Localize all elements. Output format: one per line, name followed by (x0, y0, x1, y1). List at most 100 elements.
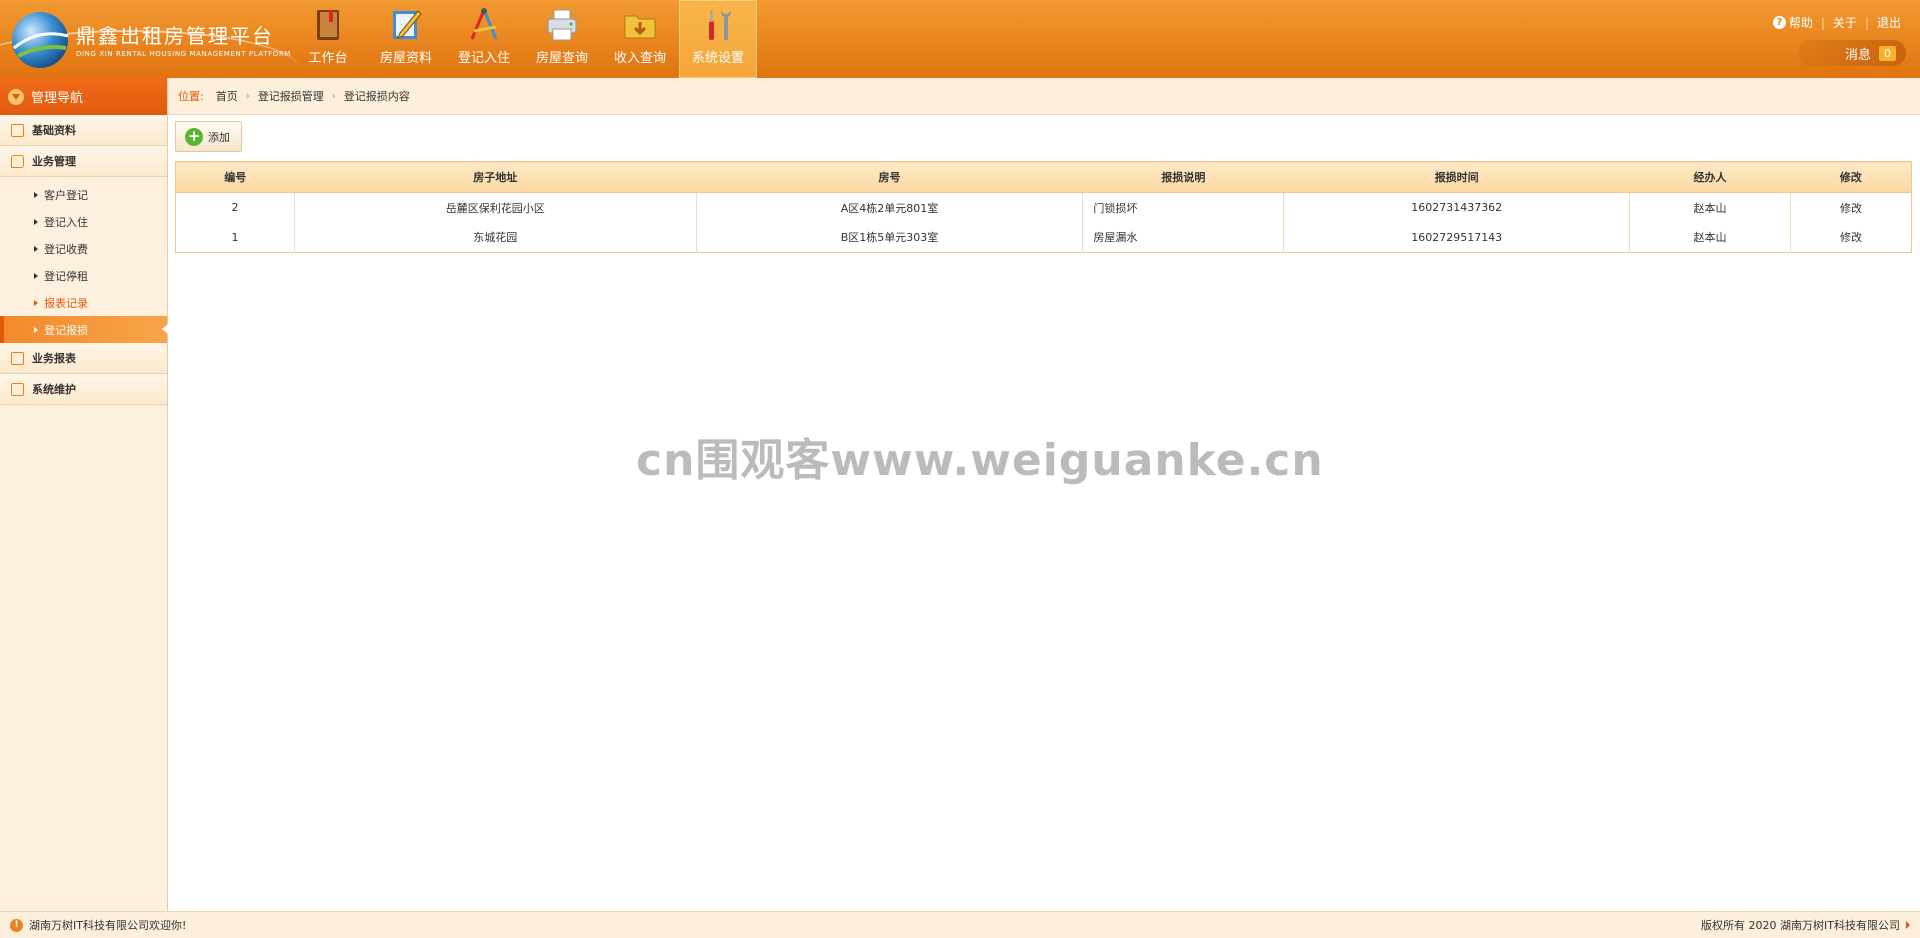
triangle-right-icon (34, 191, 38, 198)
help-icon: ? (1772, 16, 1786, 29)
document-list-icon (11, 123, 24, 137)
nav-house-info[interactable]: 房屋资料 (367, 0, 445, 78)
cell-address: 岳麓区保利花园小区 (293, 192, 697, 223)
triangle-right-icon (34, 218, 38, 225)
cell-room: B区1栋5单元303室 (695, 222, 1083, 253)
cell-id: 2 (231, 201, 239, 215)
messages-label: 消息 (1844, 47, 1871, 63)
edit-link[interactable]: 修改 (1790, 192, 1912, 223)
breadcrumb-damage-management[interactable]: 登记报损管理 (258, 88, 324, 104)
column-header-room: 房号 (696, 161, 1083, 193)
sidebar-item-checkin[interactable]: 登记入住 (0, 208, 167, 235)
nav-label: 登记入住 (457, 51, 510, 66)
printer-icon (547, 9, 577, 41)
triangle-right-icon (34, 245, 38, 252)
sidebar-group-label: 基础资料 (32, 124, 76, 137)
sidebar-group-label: 系统维护 (32, 383, 76, 396)
sidebar-group-business-reports[interactable]: 业务报表 (0, 343, 167, 374)
plus-circle-icon: + (185, 127, 203, 146)
nav-system-settings[interactable]: 系统设置 (679, 0, 757, 78)
column-header-address: 房子地址 (294, 161, 697, 193)
chat-bubble-icon (11, 154, 24, 168)
triangle-right-icon (34, 326, 38, 333)
nav-house-query[interactable]: 房屋查询 (523, 0, 601, 78)
sidebar-group-label: 业务报表 (32, 352, 76, 365)
sidebar-group-basic-data[interactable]: 基础资料 (0, 115, 167, 146)
cell-time: 1602731437362 (1283, 192, 1630, 223)
sidebar-item-fee[interactable]: 登记收费 (0, 235, 167, 262)
sidebar-header: 管理导航 (0, 78, 167, 115)
sidebar-item-report-records[interactable]: 报表记录 (0, 289, 167, 316)
cell-handler: 赵本山 (1629, 222, 1791, 253)
breadcrumb-chevron-icon: › (331, 90, 336, 102)
add-button-label: 添加 (208, 130, 230, 144)
help-link[interactable]: 帮助 (1789, 14, 1813, 31)
triangle-right-icon (34, 272, 38, 279)
brand-title: 鼎鑫出租房管理平台 (76, 24, 274, 48)
messages-button[interactable]: 消息 0 (1798, 40, 1906, 66)
about-link[interactable]: 关于 (1833, 14, 1857, 31)
sidebar-item-customer-register[interactable]: 客户登记 (0, 181, 167, 208)
arrow-right-icon (1906, 921, 1910, 929)
sidebar-item-label: 登记收费 (44, 242, 88, 256)
column-header-handler: 经办人 (1629, 161, 1791, 193)
table-row: 1 东城花园 B区1栋5单元303室 房屋漏水 1602729517143 赵本… (176, 222, 1912, 253)
cell-id: 1 (231, 230, 239, 244)
nav-label: 房屋资料 (379, 51, 432, 66)
column-header-edit: 修改 (1790, 161, 1912, 193)
triangle-right-icon (34, 299, 38, 306)
sidebar-item-stop-rent[interactable]: 登记停租 (0, 262, 167, 289)
link-divider: | (1864, 15, 1869, 30)
cell-handler: 赵本山 (1629, 192, 1791, 223)
sidebar-item-damage-register[interactable]: 登记报损 (0, 316, 168, 343)
chevron-down-icon (8, 88, 24, 105)
table-header-row: 编号 房子地址 房号 报损说明 报损时间 经办人 修改 (175, 161, 1912, 193)
sidebar-item-label: 客户登记 (44, 188, 88, 202)
globe-logo-icon (12, 12, 69, 68)
sidebar-item-label: 登记报损 (44, 323, 88, 337)
nav-label: 房屋查询 (535, 51, 588, 66)
top-navigation: 工作台 房屋资料 登记入住 房屋查询 收入查询 系统设置 (289, 0, 757, 78)
drafting-tools-icon (470, 8, 498, 40)
nav-label: 工作台 (308, 51, 348, 66)
sidebar-group-label: 业务管理 (32, 155, 76, 168)
logout-link[interactable]: 退出 (1877, 14, 1901, 31)
download-folder-icon (624, 15, 656, 39)
link-divider: | (1820, 15, 1825, 30)
sidebar: 管理导航 基础资料 业务管理 客户登记 登记入住 登记收费 登记停租 报表记录 … (0, 78, 168, 911)
nav-income-query[interactable]: 收入查询 (601, 0, 679, 78)
breadcrumb-label: 位置: (178, 90, 204, 103)
breadcrumb-home[interactable]: 首页 (216, 88, 238, 104)
edit-report-icon (11, 351, 24, 365)
messages-count-badge: 0 (1879, 45, 1896, 61)
pencil-icon (393, 10, 422, 39)
cell-time: 1602729517143 (1283, 222, 1630, 253)
nav-label: 系统设置 (691, 51, 744, 66)
sidebar-item-label: 登记停租 (44, 269, 88, 283)
nav-label: 收入查询 (613, 51, 666, 66)
breadcrumb: 位置: 首页 › 登记报损管理 › 登记报损内容 (168, 78, 1920, 115)
nav-checkin[interactable]: 登记入住 (445, 0, 523, 78)
sidebar-group-system-maintenance[interactable]: 系统维护 (0, 374, 167, 405)
footer-left: ! 湖南万树IT科技有限公司欢迎你! (10, 917, 186, 933)
info-icon: ! (10, 918, 23, 932)
cell-note: 房屋漏水 (1082, 222, 1284, 253)
sidebar-title: 管理导航 (31, 91, 84, 106)
watermark-text: cn围观客www.weiguanke.cn (636, 435, 1324, 486)
cell-address: 东城花园 (293, 222, 697, 253)
edit-link[interactable]: 修改 (1790, 222, 1912, 253)
footer-welcome: 湖南万树IT科技有限公司欢迎你! (29, 919, 187, 932)
footer-copyright: 版权所有 2020 湖南万树IT科技有限公司 (1701, 919, 1900, 932)
column-header-note: 报损说明 (1082, 161, 1284, 193)
add-button[interactable]: + 添加 (175, 121, 242, 152)
column-header-id: 编号 (175, 161, 295, 193)
top-header: 鼎鑫出租房管理平台 DING XIN RENTAL HOUSING MANAGE… (0, 0, 1920, 78)
toolbar: + 添加 (175, 121, 242, 152)
sidebar-item-label: 报表记录 (44, 296, 88, 310)
sidebar-item-label: 登记入住 (44, 215, 88, 229)
table-row: 2 岳麓区保利花园小区 A区4栋2单元801室 门锁损坏 16027314373… (176, 192, 1912, 223)
sidebar-group-business[interactable]: 业务管理 (0, 146, 167, 177)
nav-workbench[interactable]: 工作台 (289, 0, 367, 78)
footer: ! 湖南万树IT科技有限公司欢迎你! 版权所有 2020 湖南万树IT科技有限公… (0, 911, 1920, 938)
footer-right: 版权所有 2020 湖南万树IT科技有限公司 (1701, 917, 1910, 933)
